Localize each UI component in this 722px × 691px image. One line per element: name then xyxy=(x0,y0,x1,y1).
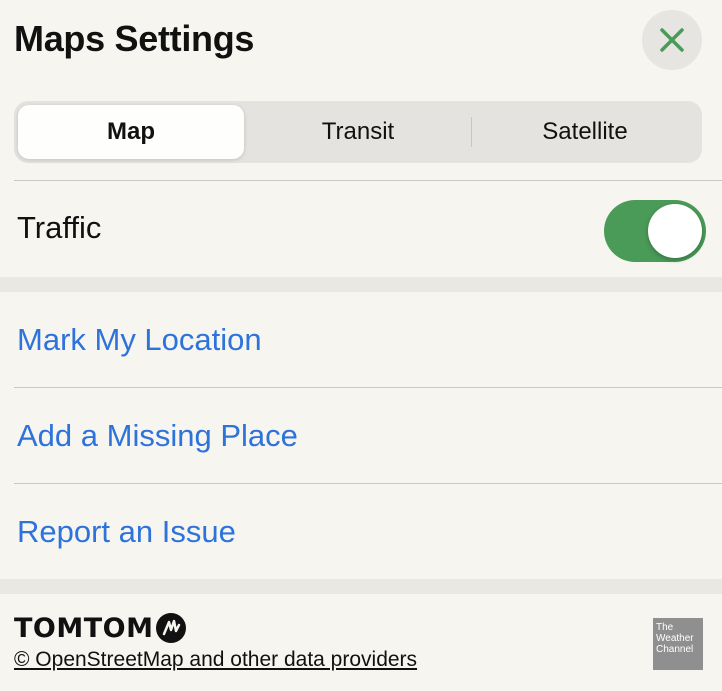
tomtom-wordmark: TOMTOM xyxy=(14,612,154,644)
map-type-segmented-control: Map Transit Satellite xyxy=(14,101,702,163)
weather-channel-logo: The Weather Channel xyxy=(653,618,703,670)
traffic-label: Traffic xyxy=(17,210,102,245)
tomtom-hand-icon xyxy=(156,613,187,643)
segment-map[interactable]: Map xyxy=(18,105,244,159)
divider xyxy=(14,180,722,181)
close-icon xyxy=(660,28,684,52)
close-button[interactable] xyxy=(642,10,702,70)
section-separator xyxy=(0,277,722,292)
mark-my-location-button[interactable]: Mark My Location xyxy=(17,322,262,358)
segment-transit[interactable]: Transit xyxy=(245,105,471,159)
osm-credit-link[interactable]: © OpenStreetMap and other data providers xyxy=(14,648,417,672)
page-title: Maps Settings xyxy=(14,18,255,59)
divider xyxy=(14,483,722,484)
report-issue-button[interactable]: Report an Issue xyxy=(17,514,236,550)
toggle-knob xyxy=(648,204,702,258)
traffic-toggle[interactable] xyxy=(604,200,706,262)
tomtom-logo: TOMTOM xyxy=(14,612,187,644)
divider xyxy=(14,387,722,388)
segment-satellite[interactable]: Satellite xyxy=(472,105,698,159)
add-missing-place-button[interactable]: Add a Missing Place xyxy=(17,418,298,454)
section-separator xyxy=(0,579,722,594)
